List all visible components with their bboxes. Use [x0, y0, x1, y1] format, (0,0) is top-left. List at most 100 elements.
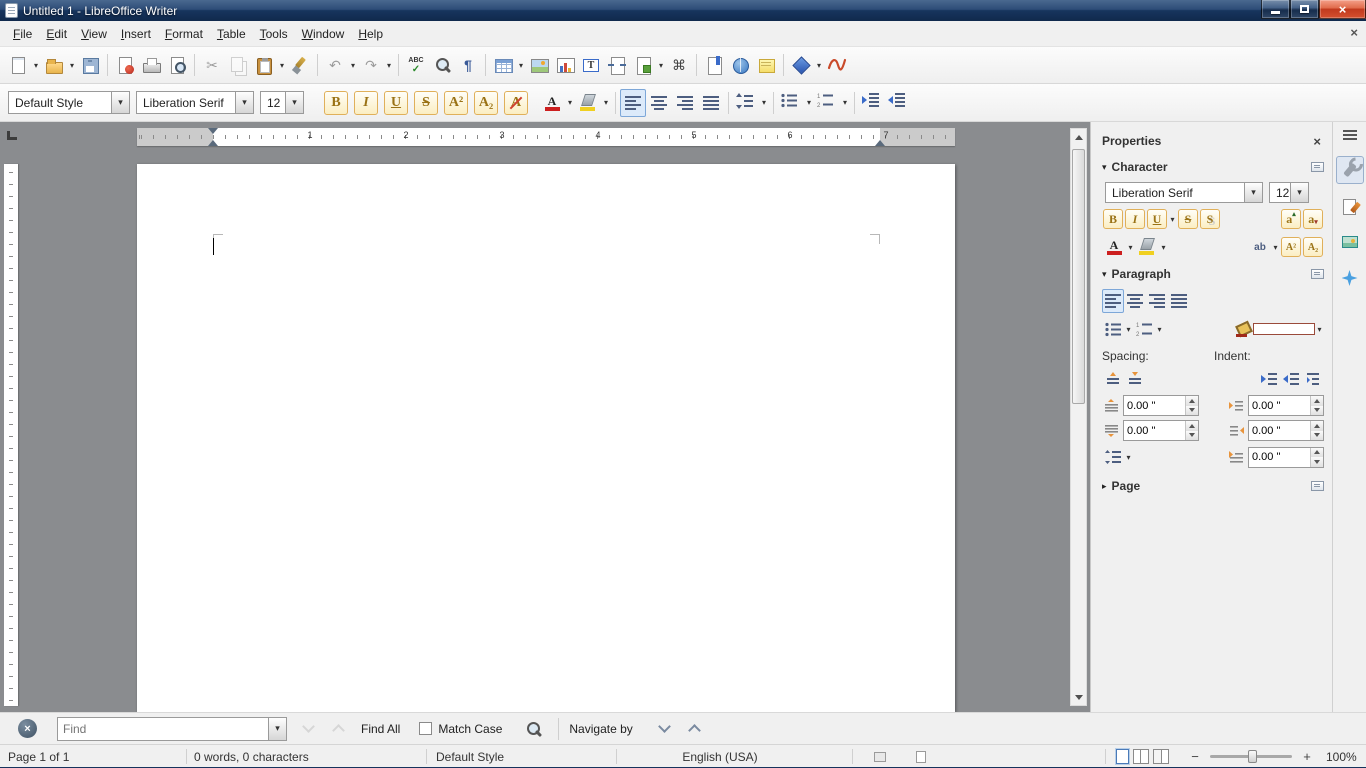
insert-field-button[interactable] [630, 51, 656, 79]
menu-table[interactable]: Table [210, 23, 253, 45]
multi-page-view-button[interactable] [1133, 749, 1149, 764]
menu-help[interactable]: Help [351, 23, 390, 45]
cut-button[interactable]: ✂ [199, 51, 225, 79]
first-line-indent-marker[interactable] [208, 128, 218, 134]
document-page[interactable] [137, 164, 955, 712]
decrease-paragraph-spacing-button[interactable] [1124, 367, 1146, 391]
page-style-status[interactable]: Default Style [436, 745, 504, 768]
indent-first-line-input[interactable] [1249, 448, 1310, 467]
bold-button[interactable]: B [324, 91, 348, 115]
indent-first-line-field[interactable] [1248, 447, 1324, 468]
numbered-list-button[interactable]: 12 [814, 89, 840, 117]
zoom-slider[interactable] [1210, 755, 1292, 758]
open-button[interactable] [41, 51, 67, 79]
character-dialog-launcher-icon[interactable] [1311, 162, 1324, 172]
align-center-button[interactable] [646, 89, 672, 117]
font-name-dropdown[interactable] [235, 92, 253, 113]
special-character-button[interactable]: ⌘ [666, 51, 692, 79]
character-spacing-dropdown[interactable] [1271, 235, 1280, 259]
menu-edit[interactable]: Edit [39, 23, 74, 45]
match-case-checkbox[interactable] [419, 722, 432, 735]
paragraph-style-combobox[interactable]: Default Style [8, 91, 130, 114]
menu-insert[interactable]: Insert [114, 23, 158, 45]
sidebar-close-icon[interactable]: × [1310, 134, 1324, 149]
open-dropdown[interactable] [67, 51, 77, 79]
menu-tools[interactable]: Tools [253, 23, 295, 45]
spacing-below-input[interactable] [1124, 421, 1185, 440]
spacing-above-input[interactable] [1124, 396, 1185, 415]
menu-file[interactable]: File [6, 23, 39, 45]
undo-dropdown[interactable] [348, 51, 358, 79]
sidebar-font-size-dropdown[interactable] [1290, 183, 1308, 202]
scroll-down-button[interactable] [1071, 689, 1086, 705]
tab-gallery[interactable] [1336, 228, 1364, 256]
font-size-dropdown[interactable] [285, 92, 303, 113]
indent-before-spinner[interactable] [1310, 396, 1323, 415]
spacing-above-spinner[interactable] [1185, 396, 1198, 415]
new-document-dropdown[interactable] [31, 51, 41, 79]
paragraph-style-dropdown[interactable] [111, 92, 129, 113]
print-preview-button[interactable] [164, 51, 190, 79]
navigate-next-button[interactable] [653, 716, 677, 742]
book-view-button[interactable] [1153, 749, 1169, 764]
sidebar-font-name-dropdown[interactable] [1244, 183, 1262, 202]
redo-dropdown[interactable] [384, 51, 394, 79]
bullet-list-button[interactable] [778, 89, 804, 117]
horizontal-ruler[interactable]: 1 2 3 4 5 6 7 [137, 128, 955, 146]
formatting-marks-button[interactable]: ¶ [455, 51, 481, 79]
sidebar-highlight-button[interactable] [1135, 235, 1159, 259]
insert-table-button[interactable] [490, 51, 516, 79]
menu-window[interactable]: Window [295, 23, 352, 45]
restore-button[interactable] [1290, 0, 1319, 19]
tab-styles[interactable] [1336, 192, 1364, 220]
sidebar-align-right-button[interactable] [1146, 289, 1168, 313]
basic-shapes-dropdown[interactable] [814, 51, 824, 79]
zoom-in-button[interactable]: + [1300, 749, 1314, 764]
indent-after-spinner[interactable] [1310, 421, 1323, 440]
insert-image-button[interactable] [526, 51, 552, 79]
sidebar-font-name-combobox[interactable]: Liberation Serif [1105, 182, 1263, 203]
align-right-button[interactable] [672, 89, 698, 117]
sidebar-font-size-combobox[interactable]: 12 [1269, 182, 1309, 203]
sidebar-font-color-button[interactable]: A [1102, 235, 1126, 259]
decrease-indent-button[interactable] [885, 89, 911, 117]
sidebar-numbered-list-button[interactable]: 12 [1133, 317, 1155, 341]
indent-after-field[interactable] [1248, 420, 1324, 441]
subscript-button[interactable]: A₂ [474, 91, 498, 115]
find-next-button[interactable] [296, 716, 320, 742]
grow-font-button[interactable]: a [1281, 209, 1301, 229]
scrollbar-thumb[interactable] [1072, 149, 1085, 404]
word-count-status[interactable]: 0 words, 0 characters [194, 745, 309, 768]
sidebar-shadow-button[interactable]: S [1200, 209, 1220, 229]
justify-button[interactable] [698, 89, 724, 117]
show-draw-functions-button[interactable] [824, 51, 850, 79]
insert-field-dropdown[interactable] [656, 51, 666, 79]
vertical-ruler[interactable] [4, 164, 18, 706]
close-document-icon[interactable]: × [1350, 26, 1358, 40]
find-input[interactable] [58, 718, 268, 740]
insert-hyperlink-button[interactable] [727, 51, 753, 79]
zoom-percentage[interactable]: 100% [1326, 745, 1357, 768]
sidebar-numbered-list-dropdown[interactable] [1155, 317, 1164, 341]
sidebar-line-spacing-button[interactable] [1102, 445, 1124, 469]
scroll-up-button[interactable] [1071, 129, 1086, 145]
find-and-replace-button[interactable] [518, 716, 548, 742]
sidebar-increase-indent-button[interactable] [1258, 367, 1280, 391]
highlight-color-dropdown[interactable] [601, 89, 611, 117]
line-spacing-button[interactable] [733, 89, 759, 117]
indent-after-input[interactable] [1249, 421, 1310, 440]
basic-shapes-button[interactable] [788, 51, 814, 79]
underline-button[interactable]: U [384, 91, 408, 115]
page-section-header[interactable]: ▸ Page [1102, 475, 1324, 497]
paragraph-section-header[interactable]: ▾ Paragraph [1102, 263, 1324, 285]
paste-button[interactable] [251, 51, 277, 79]
spacing-above-field[interactable] [1123, 395, 1199, 416]
app-icon[interactable] [5, 3, 18, 18]
character-spacing-button[interactable]: ab [1249, 235, 1271, 259]
sidebar-bold-button[interactable]: B [1103, 209, 1123, 229]
bullet-list-dropdown[interactable] [804, 89, 814, 117]
left-indent-marker[interactable] [208, 140, 218, 146]
redo-button[interactable]: ↷ [358, 51, 384, 79]
character-section-header[interactable]: ▾ Character [1102, 156, 1324, 178]
find-close-button[interactable]: × [18, 719, 37, 738]
